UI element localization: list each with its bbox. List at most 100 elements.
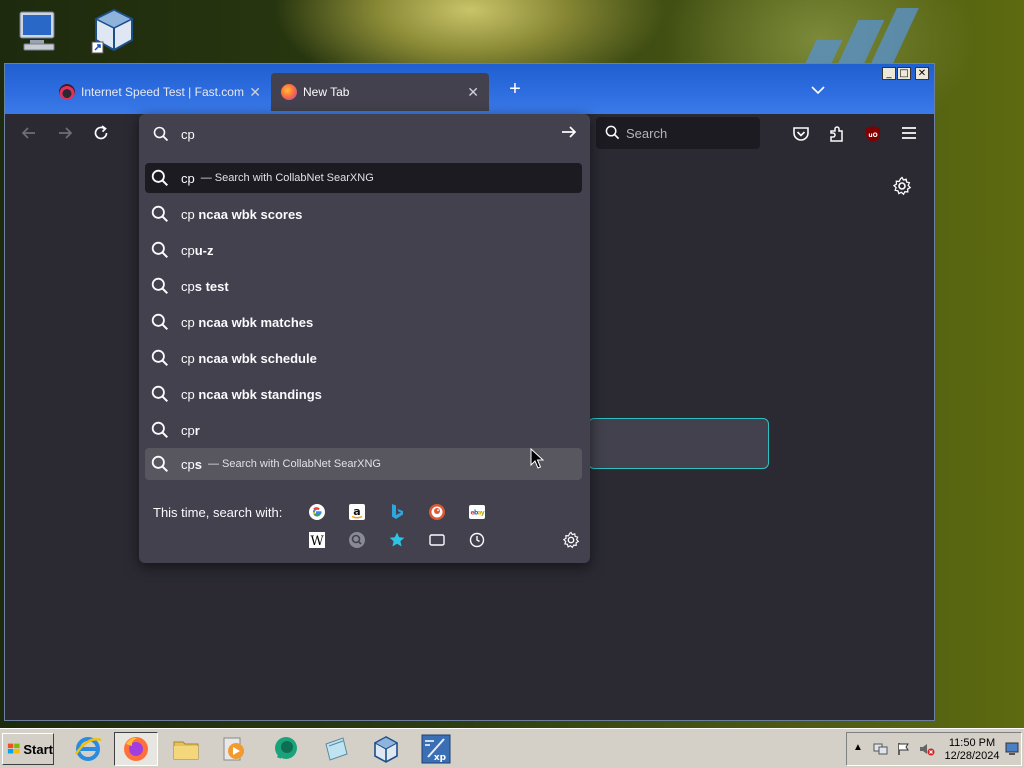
tab-fast-com[interactable]: Internet Speed Test | Fast.com ✕ (49, 73, 271, 111)
firefox-window: _ □ ✕ Internet Speed Test | Fast.com ✕ N… (4, 63, 935, 721)
list-all-tabs-chevron-icon[interactable] (811, 82, 825, 98)
app-menu-hamburger-icon[interactable] (900, 125, 918, 143)
extensions-puzzle-icon[interactable] (828, 125, 846, 143)
show-desktop-icon[interactable] (1005, 741, 1019, 762)
firefox-favicon-icon (281, 84, 297, 100)
suggestion-row[interactable]: cp — Search with CollabNet SearXNG (145, 163, 582, 193)
start-label: Start (23, 741, 53, 757)
network-icon[interactable] (873, 742, 889, 761)
start-button[interactable]: Start (2, 733, 54, 765)
suggestion-typed: cp (181, 386, 195, 402)
maximize-button[interactable]: □ (897, 67, 911, 80)
show-hidden-icons-chevron-icon[interactable]: ▲ (853, 742, 863, 753)
suggestion-action: — Search with CollabNet SearXNG (200, 172, 374, 184)
minimize-button[interactable]: _ (882, 67, 896, 80)
suggestion-row[interactable]: cp ncaa wbk matches (145, 304, 582, 340)
url-input[interactable]: cp (139, 114, 590, 154)
suggestion-completion: ncaa wbk schedule (194, 350, 317, 366)
search-settings-gear-icon[interactable] (561, 530, 581, 550)
xp-mode-icon[interactable]: xp (414, 732, 458, 766)
tab-title: New Tab (303, 85, 350, 99)
media-player-icon[interactable] (212, 732, 256, 766)
bing-icon[interactable] (387, 502, 407, 522)
file-explorer-icon[interactable] (164, 732, 208, 766)
suggestion-typed: cp (181, 170, 195, 186)
search-icon (151, 241, 169, 259)
suggestion-action: — Search with CollabNet SearXNG (207, 458, 381, 470)
duckduckgo-icon[interactable] (427, 502, 447, 522)
action-center-flag-icon[interactable] (897, 742, 911, 761)
suggestion-row[interactable]: cp s — Search with CollabNet SearXNG (145, 448, 582, 480)
firefox-taskbar-icon[interactable] (114, 732, 158, 766)
close-tab-icon[interactable]: ✕ (467, 84, 479, 101)
search-icon (151, 313, 169, 331)
wikipedia-icon[interactable]: W (307, 530, 327, 550)
search-icon (151, 455, 169, 473)
suggestion-row[interactable]: cp u-z (145, 232, 582, 268)
tab-new-tab[interactable]: New Tab ✕ (271, 73, 489, 111)
ebay-icon[interactable]: ebay (467, 502, 487, 522)
search-bar[interactable]: Search (596, 117, 760, 149)
searxng-icon[interactable] (347, 530, 367, 550)
suggestion-completion: s (194, 456, 202, 472)
clock[interactable]: 11:50 PM 12/28/2024 (941, 737, 1003, 763)
suggestion-row[interactable]: cp ncaa wbk standings (145, 376, 582, 412)
windows-flag-icon (7, 743, 20, 754)
suggestion-row[interactable]: cp ncaa wbk scores (145, 196, 582, 232)
suggestion-typed: cp (181, 422, 195, 438)
url-input-text: cp (181, 127, 195, 142)
bookmarks-star-icon[interactable] (387, 530, 407, 550)
search-icon (153, 126, 169, 142)
back-arrow-icon[interactable] (19, 124, 39, 144)
customize-newtab-gear-icon[interactable] (892, 176, 912, 196)
suggestion-typed: cp (181, 278, 195, 294)
internet-explorer-icon[interactable] (66, 732, 110, 766)
amazon-icon[interactable]: a (347, 502, 367, 522)
svg-text:y: y (481, 510, 485, 517)
clock-time: 11:50 PM (948, 737, 996, 749)
newtab-search-field[interactable] (588, 418, 769, 469)
search-icon (151, 277, 169, 295)
search-icon (151, 169, 169, 187)
suggestion-typed: cp (181, 206, 195, 222)
forward-arrow-icon[interactable] (55, 124, 75, 144)
suggestion-typed: cp (181, 314, 195, 330)
wallpaper-stripe (871, 8, 919, 63)
one-off-label: This time, search with: (153, 505, 283, 520)
fast-com-favicon-icon (59, 84, 75, 100)
virtualbox-desktop-icon[interactable] (90, 6, 142, 58)
search-icon (151, 349, 169, 367)
reload-icon[interactable] (91, 124, 111, 144)
suggestion-completion: ncaa wbk matches (194, 314, 314, 330)
history-clock-icon[interactable] (467, 530, 487, 550)
mouse-pointer-icon (530, 447, 545, 475)
suggestion-completion: ncaa wbk scores (194, 206, 303, 222)
my-computer-desktop-icon[interactable] (14, 6, 66, 58)
suggestion-typed: cp (181, 350, 195, 366)
volume-muted-icon[interactable] (919, 742, 935, 761)
search-icon (605, 125, 620, 140)
suggestion-row[interactable]: cp ncaa wbk schedule (145, 340, 582, 376)
search-icon (151, 385, 169, 403)
new-tab-plus-icon[interactable]: + (505, 79, 525, 100)
suggestion-completion: ncaa wbk standings (194, 386, 322, 402)
ublock-origin-icon[interactable]: uO (864, 125, 882, 143)
pocket-icon[interactable] (792, 125, 810, 143)
search-icon (151, 205, 169, 223)
suggestion-typed: cp (181, 456, 195, 472)
notepad-icon[interactable] (314, 732, 358, 766)
go-arrow-icon[interactable] (560, 123, 578, 146)
google-icon[interactable] (307, 502, 327, 522)
suggestion-row[interactable]: cp s test (145, 268, 582, 304)
svg-text:a: a (353, 505, 360, 518)
svg-text:xp: xp (434, 753, 447, 763)
tabs-icon[interactable] (427, 530, 447, 550)
svg-text:uO: uO (868, 132, 877, 139)
virtualbox-taskbar-icon[interactable] (364, 732, 408, 766)
suggestion-completion: r (194, 422, 200, 438)
clock-date: 12/28/2024 (944, 750, 1000, 762)
chat-app-icon[interactable] (264, 732, 308, 766)
close-tab-icon[interactable]: ✕ (249, 84, 261, 101)
close-window-button[interactable]: ✕ (915, 67, 929, 80)
suggestion-row[interactable]: cp r (145, 412, 582, 448)
